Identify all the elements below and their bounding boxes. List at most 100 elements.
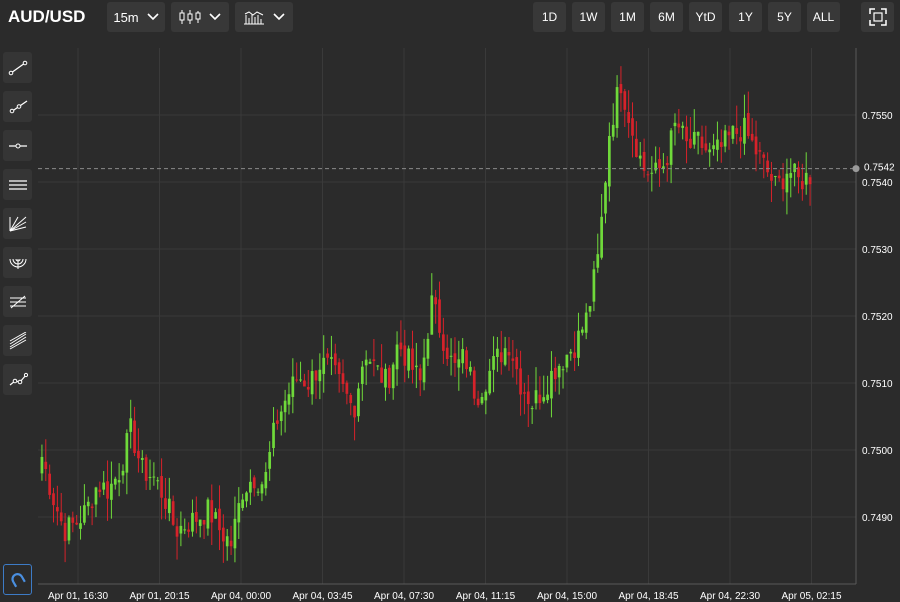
candle-body xyxy=(708,149,712,153)
candle-body xyxy=(160,476,163,498)
y-tick-label: 0.7500 xyxy=(862,446,893,457)
candle-body xyxy=(650,172,654,174)
candle-body xyxy=(295,379,299,381)
fib-retracement-tool[interactable] xyxy=(3,286,32,317)
range-5y-button[interactable]: 5Y xyxy=(768,2,801,32)
range-1m-button[interactable]: 1M xyxy=(611,2,644,32)
candle-body xyxy=(665,162,669,166)
x-tick-label: Apr 04, 15:00 xyxy=(537,591,597,602)
candle-body xyxy=(785,173,789,193)
candle-body xyxy=(635,138,638,157)
y-tick-label: 0.7510 xyxy=(862,379,893,390)
candle-body xyxy=(465,350,468,370)
fib-fan-tool[interactable] xyxy=(3,208,32,239)
range-6m-button[interactable]: 6M xyxy=(650,2,683,32)
x-tick-label: Apr 05, 02:15 xyxy=(781,591,841,602)
candle-body xyxy=(492,356,495,370)
candle-body xyxy=(789,173,793,178)
pitchfork-icon xyxy=(9,331,26,349)
candle-body xyxy=(546,394,549,401)
candle-body xyxy=(739,137,742,142)
candle-body xyxy=(418,368,422,381)
candlestick-icon xyxy=(179,10,201,24)
candle-body xyxy=(607,136,611,187)
candle-body xyxy=(550,370,553,399)
candle-body xyxy=(341,373,345,384)
candle-body xyxy=(353,405,356,418)
candle-body xyxy=(345,382,349,394)
candle-body xyxy=(557,365,561,378)
range-1w-button[interactable]: 1W xyxy=(572,2,605,32)
indicators-select[interactable] xyxy=(235,2,293,32)
candle-body xyxy=(337,362,341,374)
range-ytd-button[interactable]: YtD xyxy=(689,2,722,32)
fib-fan-icon xyxy=(9,216,26,231)
chart-type-select[interactable] xyxy=(171,2,229,32)
candle-body xyxy=(318,369,322,382)
candles-group xyxy=(40,66,812,563)
candle-body xyxy=(291,376,295,397)
interval-select[interactable]: 15m xyxy=(107,2,165,32)
candle-body xyxy=(731,125,735,139)
x-tick-label: Apr 04, 03:45 xyxy=(292,591,352,602)
ray-tool[interactable] xyxy=(3,91,32,122)
candle-body xyxy=(218,508,221,531)
candle-body xyxy=(507,351,511,356)
candle-body xyxy=(175,526,179,537)
range-all-button[interactable]: ALL xyxy=(807,2,840,32)
candle-body xyxy=(642,151,646,171)
candle-body xyxy=(569,351,573,354)
candle-body xyxy=(79,523,82,529)
horizontal-line-tool[interactable] xyxy=(3,130,32,161)
candle-body xyxy=(442,334,445,351)
candle-body xyxy=(110,483,113,500)
candle-body xyxy=(476,398,480,406)
horizontal-line-icon xyxy=(8,143,27,148)
top-toolbar: AUD/USD 15m 1D 1W 1M 6M YtD 1Y 5Y ALL xyxy=(0,0,900,36)
candle-body xyxy=(530,408,534,410)
candle-body xyxy=(252,477,256,489)
candle-body xyxy=(526,391,530,405)
candle-body xyxy=(515,357,519,370)
candle-body xyxy=(75,522,79,525)
parallel-channel-tool[interactable] xyxy=(3,169,32,200)
pitchfork-tool[interactable] xyxy=(3,325,32,356)
chevron-down-icon xyxy=(273,13,285,21)
candle-body xyxy=(387,367,391,388)
range-1d-button[interactable]: 1D xyxy=(533,2,566,32)
candle-body xyxy=(712,145,715,150)
candle-body xyxy=(445,347,449,359)
candle-body xyxy=(592,269,596,302)
trend-line-tool[interactable] xyxy=(3,52,32,83)
candle-body xyxy=(434,297,438,305)
candle-body xyxy=(750,133,754,141)
candle-body xyxy=(472,370,476,399)
price-chart[interactable]: 0.7542 0.7490 0.7500 0.7510 0.7520 0.7530 0.7… xyxy=(38,48,900,602)
last-price-label: 0.7542 xyxy=(864,163,895,174)
candle-body xyxy=(237,503,241,523)
candle-body xyxy=(716,139,719,150)
candle-body xyxy=(615,87,619,129)
candle-body xyxy=(619,84,623,94)
candle-body xyxy=(144,457,148,481)
fib-retracement-icon xyxy=(9,295,26,308)
candle-body xyxy=(700,136,704,148)
candle-body xyxy=(719,142,723,147)
chevron-down-icon xyxy=(147,13,159,21)
candle-body xyxy=(638,155,642,159)
candle-body xyxy=(276,420,279,424)
candle-body xyxy=(310,371,314,395)
path-tool[interactable] xyxy=(3,364,32,395)
candle-body xyxy=(71,517,75,523)
magnet-button[interactable] xyxy=(3,564,32,595)
candle-body xyxy=(496,348,499,357)
candle-body xyxy=(225,536,229,547)
x-tick-label: Apr 04, 11:15 xyxy=(456,591,516,602)
candle-body xyxy=(754,136,758,155)
last-price-marker xyxy=(852,165,860,173)
range-1y-button[interactable]: 1Y xyxy=(729,2,762,32)
fib-arc-tool[interactable] xyxy=(3,247,32,278)
fullscreen-button[interactable] xyxy=(861,2,894,32)
candle-body xyxy=(692,131,696,145)
candle-body xyxy=(364,359,368,366)
